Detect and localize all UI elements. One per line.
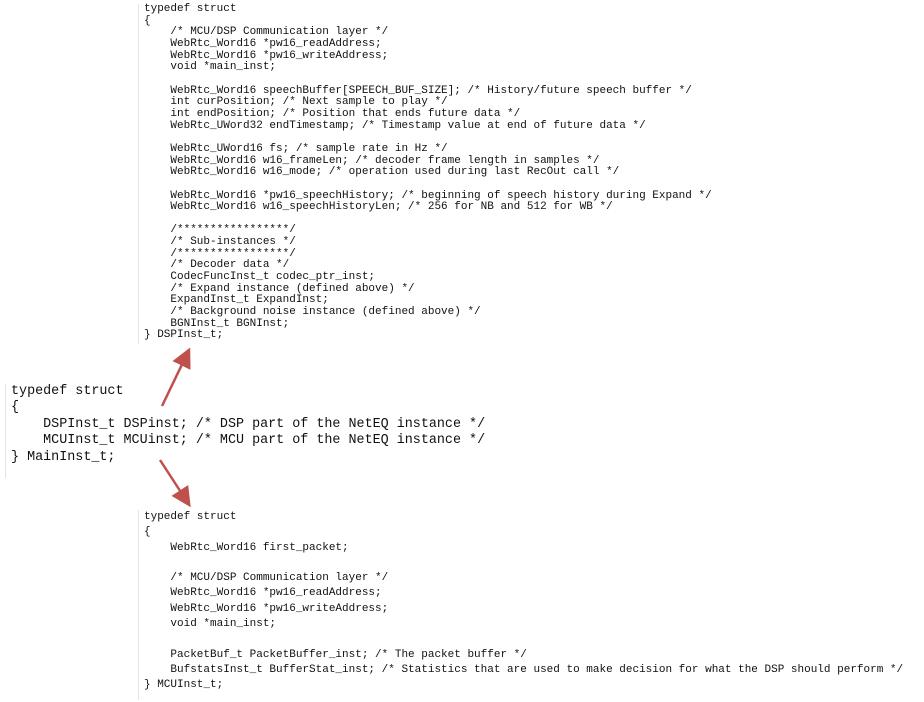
- arrow-to-dsp-struct: [160, 347, 191, 407]
- arrow-to-mcu-struct: [158, 459, 191, 508]
- arrows-layer: [158, 347, 191, 508]
